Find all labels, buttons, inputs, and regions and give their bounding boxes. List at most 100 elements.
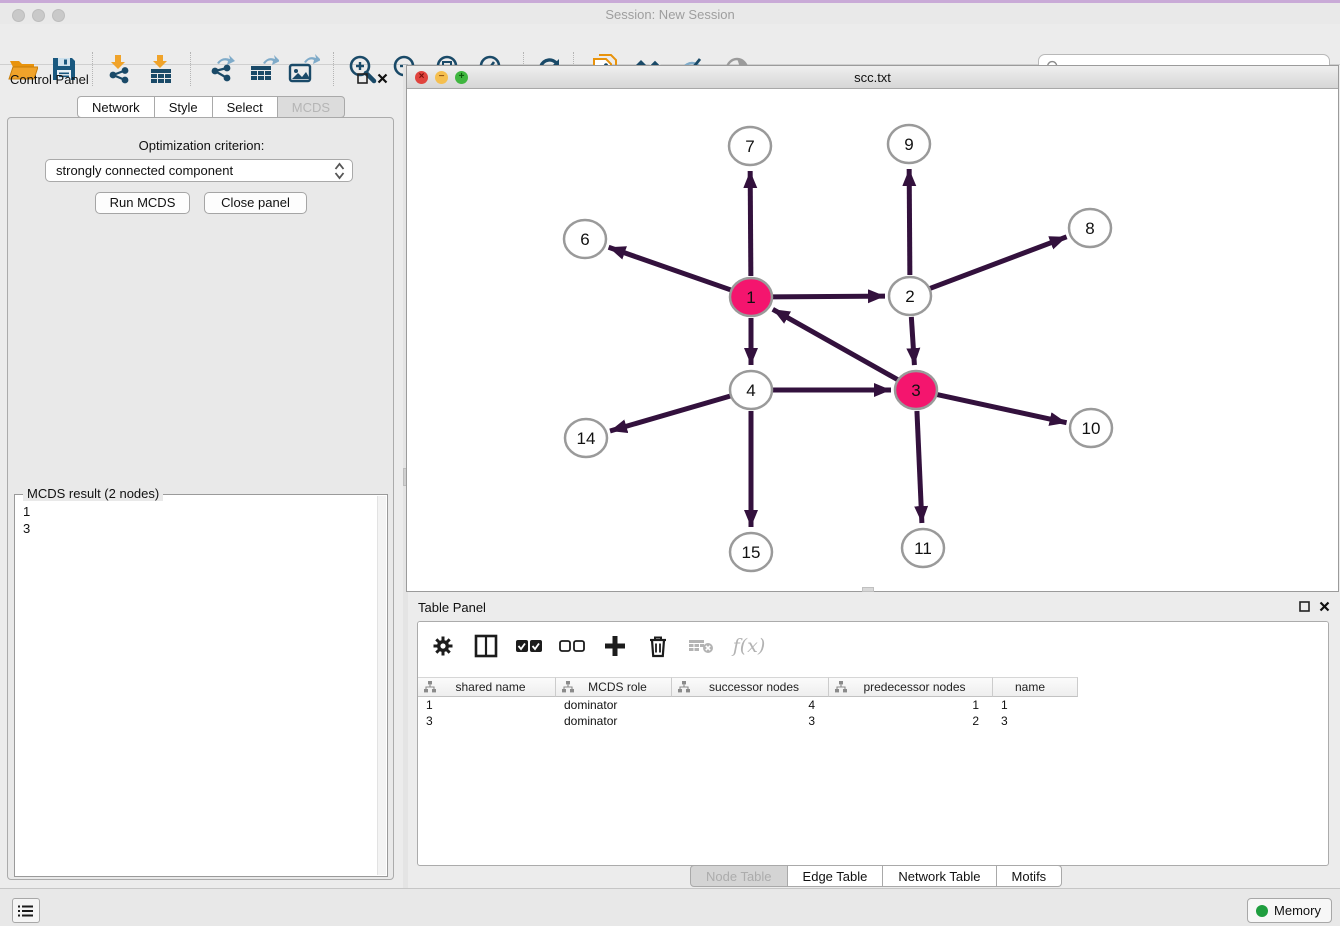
node-11[interactable]: 11 xyxy=(902,529,944,567)
node-9[interactable]: 9 xyxy=(888,125,930,163)
node-4[interactable]: 4 xyxy=(730,371,772,409)
horizontal-splitter-handle[interactable] xyxy=(862,587,874,592)
node-8[interactable]: 8 xyxy=(1069,209,1111,247)
export-table-icon[interactable] xyxy=(246,51,282,87)
criterion-dropdown[interactable]: strongly connected component xyxy=(45,159,353,182)
node-15[interactable]: 15 xyxy=(730,533,772,571)
network-canvas[interactable]: 7 9 6 8 1 2 4 3 14 10 15 11 xyxy=(407,89,1338,591)
table-settings-icon[interactable] xyxy=(430,633,456,659)
edge-2-3[interactable] xyxy=(911,317,914,365)
fx-label: f(x) xyxy=(733,635,766,657)
edge-3-10[interactable] xyxy=(937,394,1067,422)
column-header-label: MCDS role xyxy=(574,680,671,694)
table-row[interactable]: 1dominator411 xyxy=(418,697,1078,713)
node-table: f(x) shared name MCDS role successor nodes… xyxy=(417,621,1329,866)
tab-motifs[interactable]: Motifs xyxy=(997,865,1063,887)
close-panel-button[interactable]: Close panel xyxy=(204,192,307,214)
import-table-icon[interactable] xyxy=(143,51,179,87)
node-7[interactable]: 7 xyxy=(729,127,771,165)
delete-table-icon[interactable] xyxy=(688,633,714,659)
tab-network-table[interactable]: Network Table xyxy=(883,865,996,887)
deselect-all-icon[interactable] xyxy=(559,633,585,659)
tab-style[interactable]: Style xyxy=(155,96,213,118)
svg-text:7: 7 xyxy=(745,137,754,156)
mcds-result-line: 1 xyxy=(23,503,30,520)
edge-1-6[interactable] xyxy=(609,247,732,290)
dropdown-stepper-icon xyxy=(334,162,345,180)
window-title: Session: New Session xyxy=(0,7,1340,22)
status-bar: Memory xyxy=(0,888,1340,926)
control-panel-tabs: NetworkStyleSelectMCDS xyxy=(77,96,345,118)
svg-text:11: 11 xyxy=(914,539,932,558)
column-header-predecessor-nodes[interactable]: predecessor nodes xyxy=(829,677,993,697)
cell-mcds-role: dominator xyxy=(556,697,672,713)
edge-1-7[interactable] xyxy=(750,171,751,276)
export-network-icon[interactable] xyxy=(204,51,240,87)
edge-1-2[interactable] xyxy=(772,296,885,297)
svg-text:3: 3 xyxy=(911,381,920,400)
edge-2-8[interactable] xyxy=(930,237,1067,289)
result-scrollbar[interactable] xyxy=(377,496,386,875)
column-header-name[interactable]: name xyxy=(993,677,1078,697)
column-header-successor-nodes[interactable]: successor nodes xyxy=(672,677,829,697)
tab-network[interactable]: Network xyxy=(77,96,155,118)
cell-predecessor-nodes: 2 xyxy=(829,713,993,729)
show-columns-icon[interactable] xyxy=(473,633,499,659)
select-all-icon[interactable] xyxy=(516,633,542,659)
add-row-icon[interactable] xyxy=(602,633,628,659)
network-view-window: × − + scc.txt 7 9 6 8 1 2 4 3 14 10 15 11 xyxy=(406,65,1339,592)
import-network-icon[interactable] xyxy=(101,51,137,87)
titlebar: Session: New Session xyxy=(0,3,1340,24)
node-10[interactable]: 10 xyxy=(1070,409,1112,447)
task-history-button[interactable] xyxy=(12,898,40,923)
table-body: 1dominator4113dominator323 xyxy=(418,697,1078,729)
table-header-row: shared name MCDS role successor nodes prede… xyxy=(418,677,1078,697)
mcds-result-list: 13 xyxy=(23,503,30,537)
table-row[interactable]: 3dominator323 xyxy=(418,713,1078,729)
criterion-value: strongly connected component xyxy=(56,163,233,178)
network-window-titlebar[interactable]: × − + scc.txt xyxy=(407,66,1338,89)
svg-text:6: 6 xyxy=(580,230,589,249)
memory-label: Memory xyxy=(1274,903,1321,918)
tab-node-table[interactable]: Node Table xyxy=(690,865,788,887)
close-panel-icon[interactable] xyxy=(377,73,388,84)
svg-text:8: 8 xyxy=(1085,219,1094,238)
node-2[interactable]: 2 xyxy=(889,277,931,315)
memory-status-icon xyxy=(1256,905,1268,917)
node-6[interactable]: 6 xyxy=(564,220,606,258)
column-type-icon xyxy=(678,681,690,693)
run-mcds-button[interactable]: Run MCDS xyxy=(95,192,190,214)
column-header-label: successor nodes xyxy=(690,680,828,694)
column-header-shared-name[interactable]: shared name xyxy=(418,677,556,697)
edge-2-9[interactable] xyxy=(909,169,910,275)
float-panel-icon[interactable] xyxy=(357,73,368,84)
list-icon xyxy=(18,904,34,918)
close-table-panel-icon[interactable] xyxy=(1319,601,1330,612)
memory-button[interactable]: Memory xyxy=(1247,898,1332,923)
svg-text:15: 15 xyxy=(742,543,761,562)
edge-4-14[interactable] xyxy=(610,396,731,431)
edge-3-11[interactable] xyxy=(917,411,922,523)
column-header-mcds-role[interactable]: MCDS role xyxy=(556,677,672,697)
node-14[interactable]: 14 xyxy=(565,419,607,457)
edge-3-1[interactable] xyxy=(773,309,898,379)
delete-rows-icon[interactable] xyxy=(645,633,671,659)
toolbar-separator xyxy=(190,52,191,86)
tab-edge-table[interactable]: Edge Table xyxy=(788,865,884,887)
column-type-icon xyxy=(835,681,847,693)
column-type-icon xyxy=(424,681,436,693)
svg-text:2: 2 xyxy=(905,287,914,306)
toolbar-separator xyxy=(333,52,334,86)
toolbar-separator xyxy=(92,52,93,86)
tab-mcds[interactable]: MCDS xyxy=(278,96,345,118)
column-header-label: predecessor nodes xyxy=(847,680,992,694)
node-3[interactable]: 3 xyxy=(895,371,937,409)
column-header-label: name xyxy=(993,680,1077,694)
node-1[interactable]: 1 xyxy=(730,278,772,316)
tab-select[interactable]: Select xyxy=(213,96,278,118)
export-image-icon[interactable] xyxy=(286,51,322,87)
cell-name: 1 xyxy=(993,697,1078,713)
function-builder-icon[interactable]: f(x) xyxy=(731,633,767,659)
float-table-panel-icon[interactable] xyxy=(1299,601,1310,612)
network-window-title: scc.txt xyxy=(407,70,1338,85)
